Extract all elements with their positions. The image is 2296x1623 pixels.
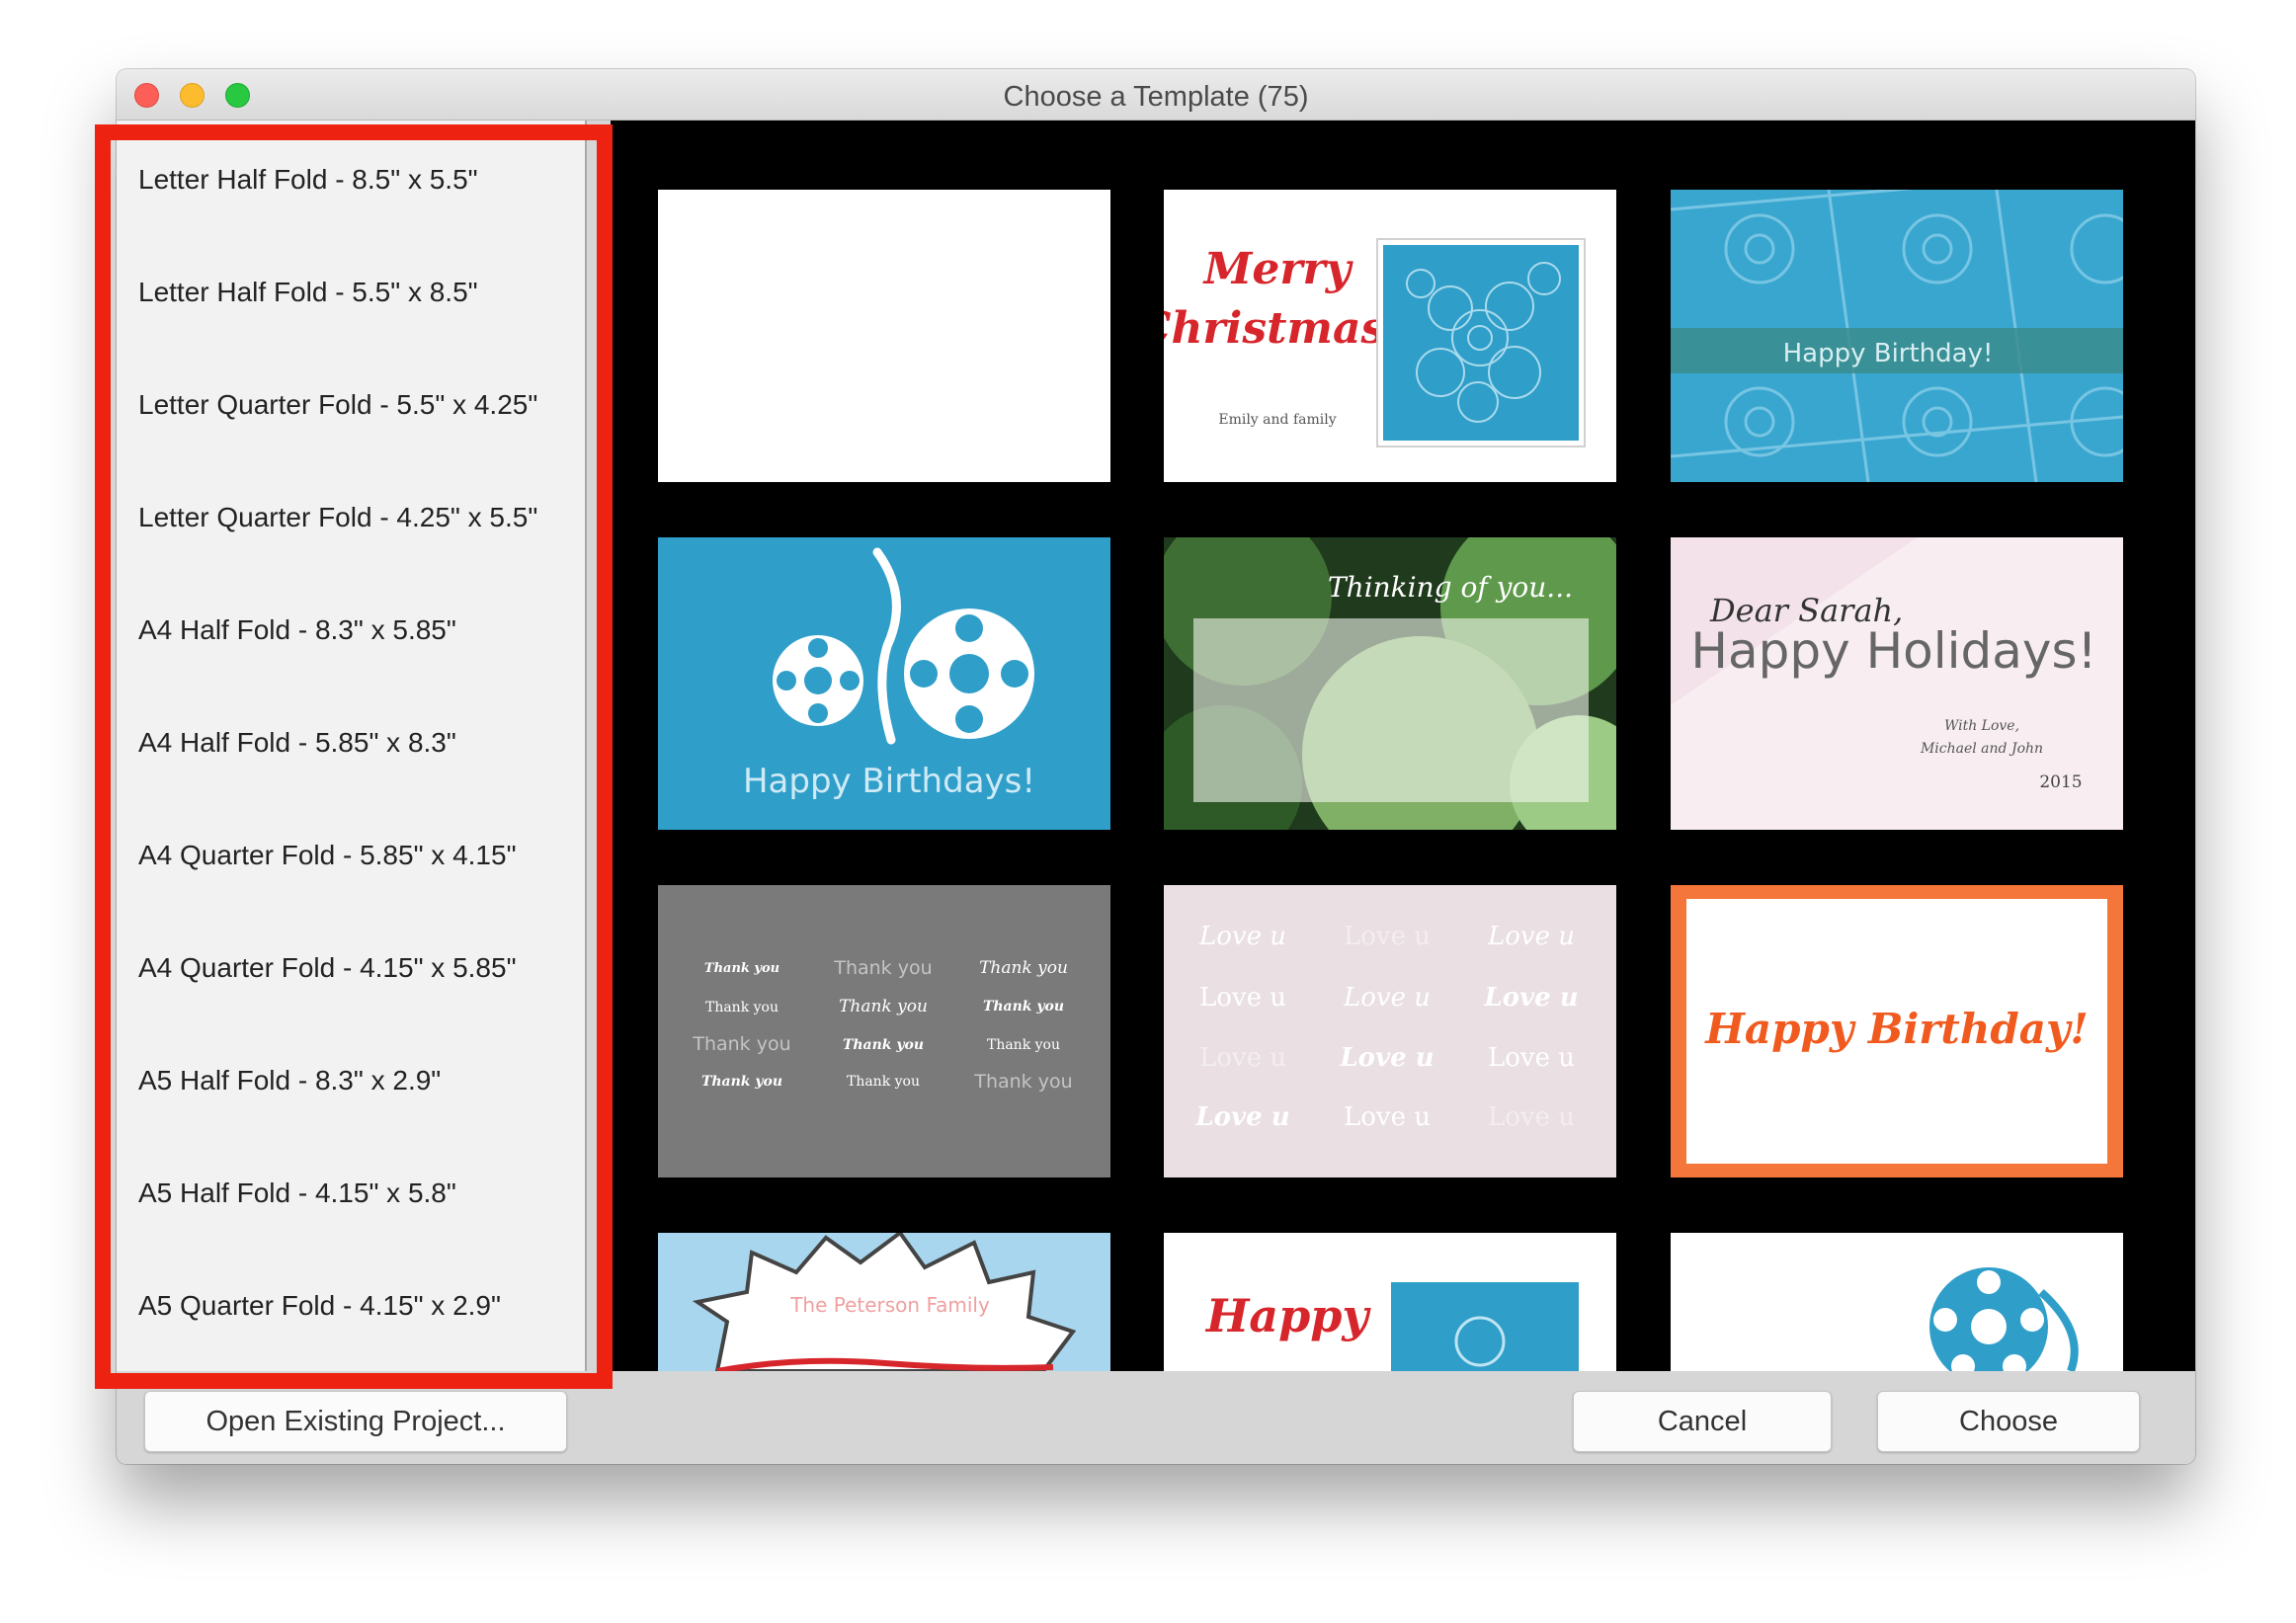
sidebar-item-letter-half-fold-portrait[interactable]: Letter Half Fold - 5.5" x 8.5" <box>138 263 573 322</box>
sidebar-item-a5-half-fold-portrait[interactable]: A5 Half Fold - 4.15" x 5.8" <box>138 1164 573 1223</box>
holidays-sign-line-2: Michael and John <box>1920 741 2043 757</box>
birthday-banner-card-art: Happy Birthday! <box>1671 190 2123 482</box>
birthday-orange-card-art: Happy Birthday! <box>1671 885 2123 1177</box>
template-card-love-u[interactable]: Love u Love u Love u Love u Love u Love … <box>1164 885 1616 1177</box>
happy-partial-text: Happy <box>1204 1289 1372 1342</box>
template-card-happy-birthday-banner[interactable]: Happy Birthday! <box>1671 190 2123 482</box>
sidebar-item-letter-half-fold-landscape[interactable]: Letter Half Fold - 8.5" x 5.5" <box>138 150 573 209</box>
template-card-merry-christmas[interactable]: Merry Christmas! Emily and family <box>1164 190 1616 482</box>
flower-partial-card-art <box>1671 1233 2123 1371</box>
love-u-word: Love u <box>1199 1043 1286 1073</box>
birthday-orange-text: Happy Birthday! <box>1704 1005 2089 1053</box>
thank-you-word: Thank you <box>701 1074 782 1090</box>
love-u-word: Love u <box>1199 983 1286 1013</box>
peterson-family-card-art: The Peterson Family <box>658 1233 1110 1371</box>
thank-you-word: Thank you <box>839 997 928 1016</box>
template-card-happy-birthdays[interactable]: Happy Birthdays! <box>658 537 1110 830</box>
title-bar: Choose a Template (75) <box>117 69 2195 121</box>
sidebar-item-letter-quarter-fold-landscape[interactable]: Letter Quarter Fold - 5.5" x 4.25" <box>138 375 573 435</box>
happy-birthdays-text: Happy Birthdays! <box>743 762 1035 801</box>
christmas-line-2: Christmas! <box>1164 303 1405 354</box>
template-grid: Merry Christmas! Emily and family <box>611 121 2195 1371</box>
thank-you-word: Thank you <box>692 1033 790 1055</box>
cancel-button[interactable]: Cancel <box>1573 1391 1832 1452</box>
template-card-peterson-family[interactable]: The Peterson Family <box>658 1233 1110 1371</box>
template-card-flower-partial[interactable] <box>1671 1233 2123 1371</box>
thank-you-word: Thank you <box>979 958 1068 978</box>
merry-christmas-card-art: Merry Christmas! Emily and family <box>1164 190 1616 482</box>
thinking-of-you-card-art: Thinking of you... <box>1164 537 1616 830</box>
window-title: Choose a Template (75) <box>1003 81 1309 113</box>
happy-birthdays-card-art: Happy Birthdays! <box>658 537 1110 830</box>
template-card-thank-you[interactable]: Thank you Thank you Thank you Thank you … <box>658 885 1110 1177</box>
love-u-word: Love u <box>1198 922 1286 951</box>
love-u-word: Love u <box>1487 922 1575 951</box>
love-u-word: Love u <box>1488 1043 1575 1073</box>
sidebar-item-a5-half-fold-landscape[interactable]: A5 Half Fold - 8.3" x 2.9" <box>138 1051 573 1110</box>
thank-you-word: Thank you <box>704 961 779 976</box>
template-chooser-window: Choose a Template (75) Letter Half Fold … <box>117 69 2195 1464</box>
christmas-line-1: Merry <box>1202 244 1354 294</box>
happy-holidays-card-art: Dear Sarah, Happy Holidays! With Love, M… <box>1671 537 2123 830</box>
thank-you-word: Thank you <box>973 1071 1072 1093</box>
thank-you-word: Thank you <box>843 1037 924 1053</box>
love-u-word: Love u <box>1344 922 1431 951</box>
birthday-banner-text: Happy Birthday! <box>1783 339 1994 368</box>
love-u-word: Love u <box>1488 1102 1575 1132</box>
template-size-list: Letter Half Fold - 8.5" x 5.5" Letter Ha… <box>117 121 587 1371</box>
love-u-word: Love u <box>1194 1102 1289 1132</box>
template-card-happy-partial[interactable]: Happy <box>1164 1233 1616 1371</box>
thank-you-card-art: Thank you Thank you Thank you Thank you … <box>658 885 1110 1177</box>
open-existing-project-button[interactable]: Open Existing Project... <box>144 1391 567 1452</box>
holidays-year: 2015 <box>2039 772 2082 792</box>
template-card-blank[interactable] <box>658 190 1110 482</box>
template-card-thinking-of-you[interactable]: Thinking of you... <box>1164 537 1616 830</box>
sidebar-item-letter-quarter-fold-portrait[interactable]: Letter Quarter Fold - 4.25" x 5.5" <box>138 488 573 547</box>
dialog-footer: Open Existing Project... Cancel Choose <box>117 1371 2195 1464</box>
christmas-signature: Emily and family <box>1218 412 1336 428</box>
love-u-word: Love u <box>1339 1043 1434 1073</box>
peterson-family-text: The Peterson Family <box>789 1293 990 1317</box>
thinking-of-you-text: Thinking of you... <box>1328 571 1573 604</box>
template-card-happy-birthday-orange[interactable]: Happy Birthday! <box>1671 885 2123 1177</box>
thank-you-word: Thank you <box>983 999 1064 1014</box>
sidebar-item-a4-half-fold-landscape[interactable]: A4 Half Fold - 8.3" x 5.85" <box>138 601 573 660</box>
sidebar-item-a5-quarter-fold[interactable]: A5 Quarter Fold - 4.15" x 2.9" <box>138 1276 573 1336</box>
love-u-card-art: Love u Love u Love u Love u Love u Love … <box>1164 885 1616 1177</box>
thank-you-word: Thank you <box>847 1074 920 1090</box>
happy-partial-card-art: Happy <box>1164 1233 1616 1371</box>
love-u-word: Love u <box>1343 983 1431 1013</box>
love-u-word: Love u <box>1344 1102 1431 1132</box>
holidays-title: Happy Holidays! <box>1690 622 2096 680</box>
template-card-happy-holidays[interactable]: Dear Sarah, Happy Holidays! With Love, M… <box>1671 537 2123 830</box>
sidebar-item-a4-quarter-fold-portrait[interactable]: A4 Quarter Fold - 4.15" x 5.85" <box>138 938 573 998</box>
sidebar-item-a4-quarter-fold-landscape[interactable]: A4 Quarter Fold - 5.85" x 4.15" <box>138 826 573 885</box>
choose-button[interactable]: Choose <box>1877 1391 2140 1452</box>
thank-you-word: Thank you <box>705 1000 779 1015</box>
holidays-sign-line-1: With Love, <box>1944 718 2019 734</box>
thank-you-word: Thank you <box>833 957 932 979</box>
love-u-word: Love u <box>1483 983 1578 1013</box>
sidebar-item-a4-half-fold-portrait[interactable]: A4 Half Fold - 5.85" x 8.3" <box>138 713 573 772</box>
thank-you-word: Thank you <box>987 1037 1060 1053</box>
